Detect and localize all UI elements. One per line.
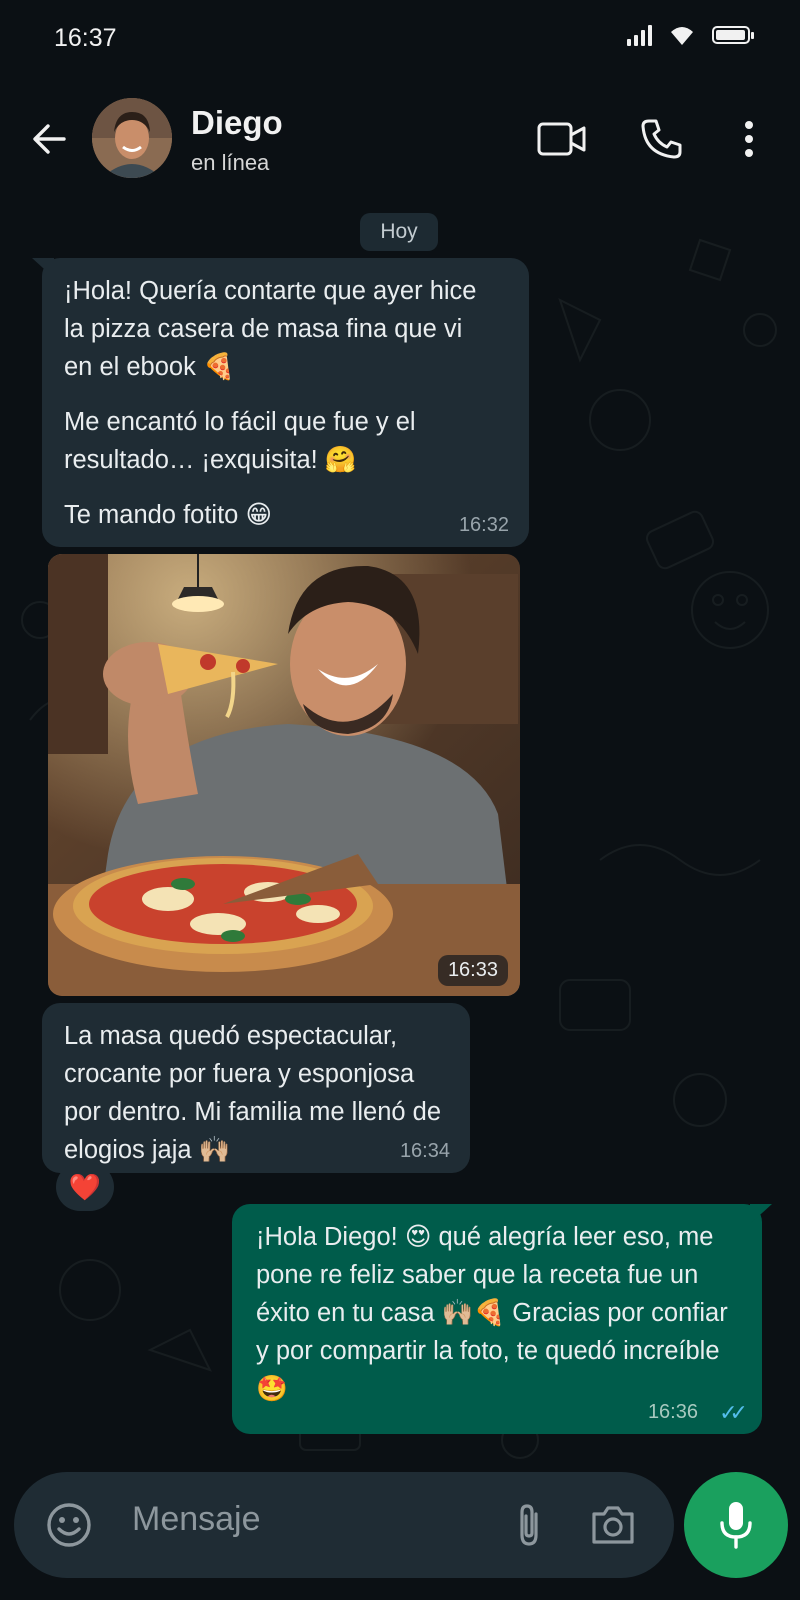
voice-message-button[interactable] [684, 1472, 788, 1578]
message-text: ¡Hola! Quería contarte que ayer hice la … [64, 277, 477, 381]
avatar[interactable] [92, 98, 172, 178]
signal-icon [627, 24, 652, 46]
heart-reaction-icon: ❤️ [68, 1171, 102, 1202]
message-text: La masa quedó espectacular, crocante por… [64, 1022, 442, 1164]
message-time: 16:32 [458, 514, 509, 536]
message-text: Me encantó lo fácil que fue y el resulta… [64, 408, 416, 474]
chat-header: Diego en línea [0, 88, 800, 188]
video-call-button[interactable] [536, 116, 588, 162]
emoji-icon[interactable] [46, 1502, 92, 1548]
more-options-button[interactable] [736, 116, 762, 162]
message-time: 16:34 [399, 1140, 450, 1162]
bubble-tail [32, 258, 54, 278]
incoming-message[interactable]: La masa quedó espectacular, crocante por… [42, 1003, 470, 1173]
message-composer: Mensaje [14, 1472, 674, 1578]
status-time: 16:37 [54, 24, 117, 52]
contact-name[interactable]: Diego [191, 104, 283, 142]
message-time: 16:33 [437, 955, 508, 986]
message-text: Te mando fotito 😁 [64, 501, 273, 529]
message-input[interactable]: Mensaje [132, 1500, 261, 1539]
message-time: 16:36 [647, 1401, 698, 1423]
message-reaction[interactable]: ❤️ [56, 1163, 114, 1211]
attachment-icon[interactable] [512, 1502, 546, 1548]
bubble-tail [750, 1204, 772, 1224]
phone-icon [641, 119, 682, 159]
wifi-icon [671, 27, 693, 45]
camera-icon[interactable] [590, 1502, 636, 1546]
status-bar: 16:37 [0, 0, 800, 78]
microphone-icon [720, 1502, 752, 1549]
date-chip: Hoy [360, 213, 438, 251]
message-text: ¡Hola Diego! 😍 qué alegría leer eso, me … [256, 1223, 728, 1403]
more-vertical-icon [745, 121, 753, 157]
battery-icon [712, 26, 754, 44]
contact-status: en línea [191, 150, 270, 175]
incoming-message[interactable]: ¡Hola! Quería contarte que ayer hice la … [32, 258, 529, 547]
back-arrow-icon[interactable] [28, 118, 70, 160]
voice-call-button[interactable] [638, 116, 684, 162]
photo-man-eating-pizza [48, 554, 520, 996]
read-receipt-icon: ✓✓ [719, 1400, 748, 1425]
outgoing-message[interactable]: ¡Hola Diego! 😍 qué alegría leer eso, me … [232, 1204, 772, 1434]
video-camera-icon [537, 122, 586, 156]
photo-message[interactable]: 16:33 [48, 554, 520, 996]
